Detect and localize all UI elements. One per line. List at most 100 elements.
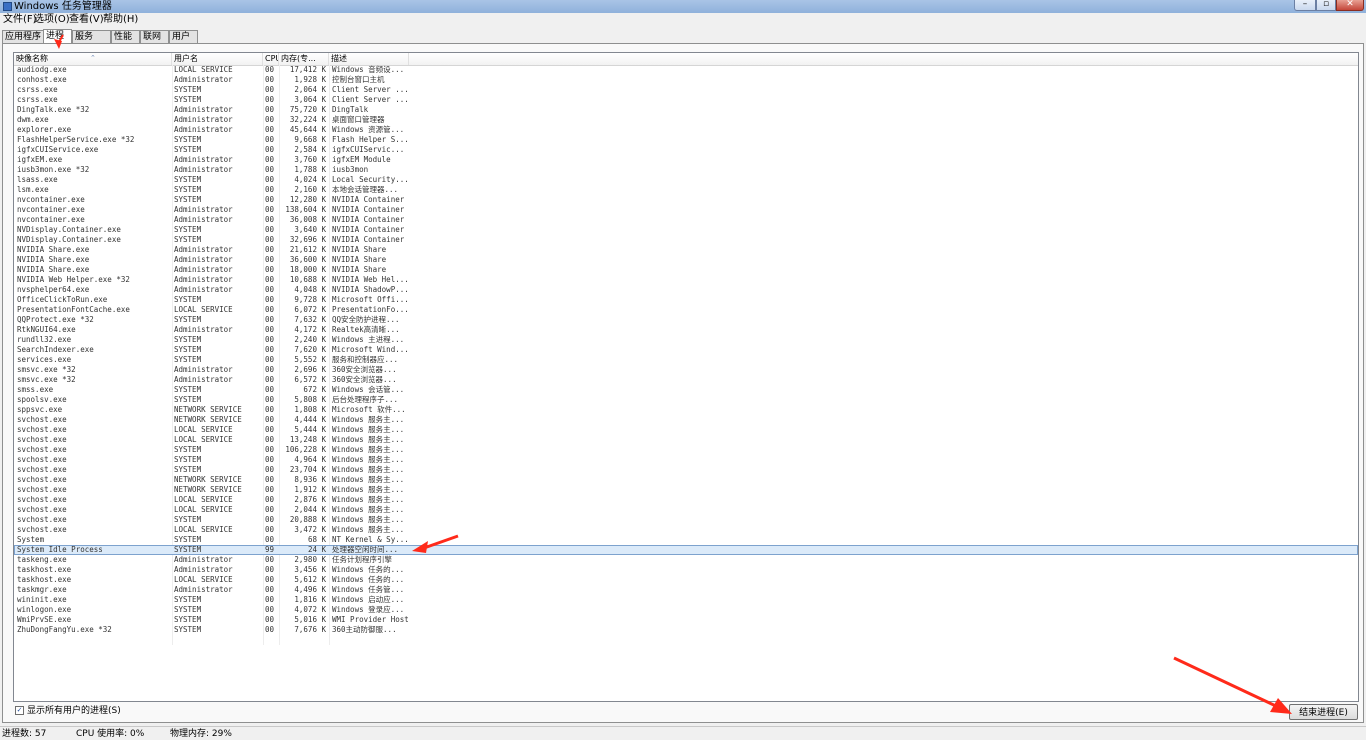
process-row[interactable]: taskhost.exe LOCAL SERVICE 00 5,612 K Window… [14, 575, 1358, 585]
process-row[interactable]: QQProtect.exe *32 SYSTEM 00 7,632 K QQ安全防护进程… [14, 315, 1358, 325]
process-cpu: 00 [265, 115, 275, 124]
process-name: NVDisplay.Container.exe [17, 225, 121, 234]
tab-networking[interactable]: 联网 [140, 30, 169, 43]
process-row[interactable]: OfficeClickToRun.exe SYSTEM 00 9,728 K Micro… [14, 295, 1358, 305]
process-row[interactable]: explorer.exe Administrator 00 45,644 K Windo… [14, 125, 1358, 135]
process-memory: 7,632 K [294, 315, 326, 324]
process-cpu: 00 [265, 415, 275, 424]
process-row[interactable]: nvcontainer.exe Administrator 00 36,008 K NV… [14, 215, 1358, 225]
tab-performance[interactable]: 性能 [111, 30, 140, 43]
column-header-cpu[interactable]: CPU [263, 53, 279, 65]
process-row[interactable]: winlogon.exe SYSTEM 00 4,072 K Windows 登录应..… [14, 605, 1358, 615]
process-row[interactable]: svchost.exe LOCAL SERVICE 00 13,248 K Window… [14, 435, 1358, 445]
process-row[interactable]: csrss.exe SYSTEM 00 2,064 K Client Server ..… [14, 85, 1358, 95]
process-row[interactable]: wininit.exe SYSTEM 00 1,816 K Windows 启动应... [14, 595, 1358, 605]
tab-applications[interactable]: 应用程序 [2, 30, 44, 43]
process-row[interactable]: smsvc.exe *32 Administrator 00 2,696 K 360安全… [14, 365, 1358, 375]
tab-services[interactable]: 服务 [72, 30, 111, 43]
tab-users[interactable]: 用户 [169, 30, 198, 43]
process-row[interactable]: svchost.exe LOCAL SERVICE 00 3,472 K Windows… [14, 525, 1358, 535]
process-row[interactable]: nvcontainer.exe Administrator 00 138,604 K N… [14, 205, 1358, 215]
process-row[interactable]: SearchIndexer.exe SYSTEM 00 7,620 K Microsof… [14, 345, 1358, 355]
process-cpu: 00 [265, 345, 275, 354]
process-row[interactable]: services.exe SYSTEM 00 5,552 K 服务和控制器应... [14, 355, 1358, 365]
process-row[interactable]: svchost.exe LOCAL SERVICE 00 2,044 K Windows… [14, 505, 1358, 515]
process-row[interactable]: svchost.exe NETWORK SERVICE 00 1,912 K Windo… [14, 485, 1358, 495]
minimize-button[interactable]: – [1294, 0, 1316, 11]
process-user: SYSTEM [174, 605, 202, 614]
process-row[interactable]: spoolsv.exe SYSTEM 00 5,808 K 后台处理程序子... [14, 395, 1358, 405]
process-cpu: 00 [265, 185, 275, 194]
process-description: 后台处理程序子... [332, 395, 399, 404]
process-row[interactable]: NVIDIA Share.exe Administrator 00 21,612 K N… [14, 245, 1358, 255]
process-row[interactable]: iusb3mon.exe *32 Administrator 00 1,788 K iu… [14, 165, 1358, 175]
process-row[interactable]: FlashHelperService.exe *32 SYSTEM 00 9,668 … [14, 135, 1358, 145]
process-row[interactable]: svchost.exe LOCAL SERVICE 00 2,876 K Windows… [14, 495, 1358, 505]
sort-ascending-icon: ⌃ [90, 54, 96, 62]
process-row[interactable]: nvcontainer.exe SYSTEM 00 12,280 K NVIDIA Co… [14, 195, 1358, 205]
column-header-name[interactable]: 映像名称 ⌃ [14, 53, 172, 65]
process-row[interactable]: svchost.exe NETWORK SERVICE 00 4,444 K Windo… [14, 415, 1358, 425]
process-row[interactable]: ZhuDongFangYu.exe *32 SYSTEM 00 7,676 K 360主… [14, 625, 1358, 635]
process-row[interactable]: System SYSTEM 00 68 K NT Kernel & Sy... [14, 535, 1358, 545]
column-header-description[interactable]: 描述 [329, 53, 409, 65]
process-description: iusb3mon [332, 165, 369, 174]
process-row[interactable]: svchost.exe SYSTEM 00 20,888 K Windows 服务主..… [14, 515, 1358, 525]
process-row[interactable]: lsm.exe SYSTEM 00 2,160 K 本地会话管理器... [14, 185, 1358, 195]
process-row[interactable]: svchost.exe LOCAL SERVICE 00 5,444 K Windows… [14, 425, 1358, 435]
process-row[interactable]: RtkNGUI64.exe Administrator 00 4,172 K Realt… [14, 325, 1358, 335]
process-row[interactable]: taskmgr.exe Administrator 00 4,496 K Windows… [14, 585, 1358, 595]
process-row[interactable]: conhost.exe Administrator 00 1,928 K 控制台窗口主机 [14, 75, 1358, 85]
process-name: taskeng.exe [17, 555, 67, 564]
column-header-user[interactable]: 用户名 [172, 53, 263, 65]
process-row[interactable]: taskeng.exe Administrator 00 2,980 K 任务计划程序引… [14, 555, 1358, 565]
process-cpu: 00 [265, 455, 275, 464]
process-row[interactable]: NVDisplay.Container.exe SYSTEM 00 32,696 K N… [14, 235, 1358, 245]
process-row[interactable]: NVIDIA Web Helper.exe *32 Administrator 00… [14, 275, 1358, 285]
process-row[interactable]: taskhost.exe Administrator 00 3,456 K Window… [14, 565, 1358, 575]
process-memory: 1,912 K [294, 485, 326, 494]
process-description: Windows 服务主... [332, 455, 405, 464]
tab-processes[interactable]: 进程 [43, 29, 72, 43]
title-bar: Windows 任务管理器 – ▫ ✕ [0, 0, 1366, 14]
process-row[interactable]: csrss.exe SYSTEM 00 3,064 K Client Server ..… [14, 95, 1358, 105]
process-row[interactable]: igfxCUIService.exe SYSTEM 00 2,584 K igfxCUI… [14, 145, 1358, 155]
process-row[interactable]: audiodg.exe LOCAL SERVICE 00 17,412 K Window… [14, 65, 1358, 75]
show-all-processes[interactable]: ✓ 显示所有用户的进程(S) [15, 706, 121, 716]
process-user: LOCAL SERVICE [174, 525, 233, 534]
maximize-button[interactable]: ▫ [1316, 0, 1336, 11]
menu-file[interactable]: 文件(F) [3, 13, 37, 27]
process-row[interactable]: smsvc.exe *32 Administrator 00 6,572 K 360安全… [14, 375, 1358, 385]
process-user: SYSTEM [174, 465, 202, 474]
process-list[interactable]: 映像名称⌃ 用户名 CPU 内存(专... 描述 audiodg.exe LOCA… [13, 52, 1359, 702]
process-row[interactable]: lsass.exe SYSTEM 00 4,024 K Local Security..… [14, 175, 1358, 185]
process-row[interactable]: igfxEM.exe Administrator 00 3,760 K igfxEM M… [14, 155, 1358, 165]
menu-options[interactable]: 选项(O) [34, 13, 70, 27]
process-row[interactable]: smss.exe SYSTEM 00 672 K Windows 会话管... [14, 385, 1358, 395]
process-row[interactable]: svchost.exe SYSTEM 00 23,704 K Windows 服务主..… [14, 465, 1358, 475]
process-row[interactable]: PresentationFontCache.exe LOCAL SERVICE 00… [14, 305, 1358, 315]
process-row[interactable]: System Idle Process SYSTEM 99 24 K 处理器空闲时间..… [14, 545, 1358, 555]
process-row[interactable]: svchost.exe SYSTEM 00 106,228 K Windows 服务主.… [14, 445, 1358, 455]
process-row[interactable]: dwm.exe Administrator 00 32,224 K 桌面窗口管理器 [14, 115, 1358, 125]
menu-view[interactable]: 查看(V) [69, 13, 104, 27]
process-row[interactable]: NVDisplay.Container.exe SYSTEM 00 3,640 K NV… [14, 225, 1358, 235]
process-row[interactable]: svchost.exe NETWORK SERVICE 00 8,936 K Windo… [14, 475, 1358, 485]
column-header-memory[interactable]: 内存(专... [279, 53, 329, 65]
end-process-button[interactable]: 结束进程(E) [1289, 704, 1358, 720]
process-memory: 1,788 K [294, 165, 326, 174]
process-row[interactable]: rundll32.exe SYSTEM 00 2,240 K Windows 主进程..… [14, 335, 1358, 345]
process-memory: 4,048 K [294, 285, 326, 294]
process-row[interactable]: svchost.exe SYSTEM 00 4,964 K Windows 服务主... [14, 455, 1358, 465]
process-cpu: 00 [265, 535, 275, 544]
menu-help[interactable]: 帮助(H) [103, 13, 138, 27]
process-row[interactable]: DingTalk.exe *32 Administrator 00 75,720 K D… [14, 105, 1358, 115]
process-row[interactable]: nvsphelper64.exe Administrator 00 4,048 K NV… [14, 285, 1358, 295]
close-button[interactable]: ✕ [1336, 0, 1364, 11]
process-row[interactable]: sppsvc.exe NETWORK SERVICE 00 1,808 K Micros… [14, 405, 1358, 415]
process-row[interactable]: NVIDIA Share.exe Administrator 00 36,600 K N… [14, 255, 1358, 265]
process-row[interactable]: WmiPrvSE.exe SYSTEM 00 5,016 K WMI Provider … [14, 615, 1358, 625]
process-cpu: 00 [265, 585, 275, 594]
process-row[interactable]: NVIDIA Share.exe Administrator 00 18,000 K N… [14, 265, 1358, 275]
show-all-checkbox[interactable]: ✓ [15, 706, 24, 715]
